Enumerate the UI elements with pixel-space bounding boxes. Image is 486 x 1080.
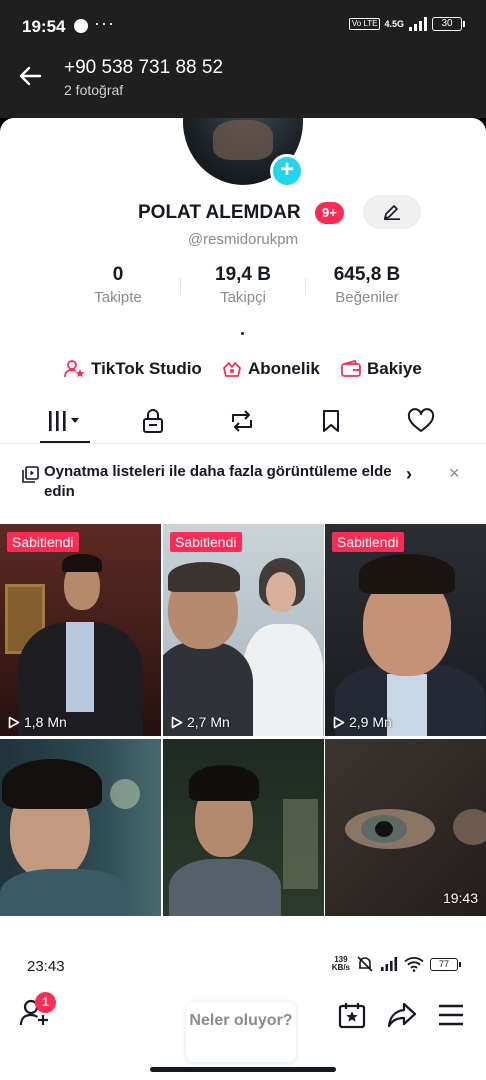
playlist-banner[interactable]: Oynatma listeleri ile daha fazla görüntü… <box>0 446 486 524</box>
edit-profile-button[interactable] <box>363 195 421 229</box>
home-indicator <box>150 1067 336 1072</box>
video-grid: Sabitlendi 1,8 Mn Sabitlendi 2,7 Mn Sabi… <box>0 524 486 938</box>
back-arrow-icon[interactable] <box>16 62 44 90</box>
network-type: 4.5G <box>384 19 404 29</box>
view-count: 2,7 Mn <box>171 714 230 730</box>
tiktok-studio-link[interactable]: TikTok Studio <box>64 356 202 382</box>
chat-header: 19:54 ··· Vo LTE 4.5G 30 +90 538 731 88 … <box>0 0 486 118</box>
profile-name: POLAT ALEMDAR <box>138 202 301 223</box>
tab-videos[interactable] <box>35 398 95 444</box>
play-icon <box>171 716 183 728</box>
signal-icon <box>409 17 427 31</box>
video-tile[interactable] <box>0 739 161 916</box>
bookmark-icon <box>323 410 339 432</box>
chat-title[interactable]: +90 538 731 88 52 <box>64 57 223 79</box>
stat-label: Takipçi <box>220 289 266 306</box>
pencil-icon <box>384 205 400 220</box>
network-speed: 139 KB/s <box>332 956 350 972</box>
wifi-icon <box>404 957 424 972</box>
divider <box>305 278 306 294</box>
video-tile[interactable]: Sabitlendi 1,8 Mn <box>0 524 161 736</box>
playlist-icon <box>22 466 39 483</box>
playlist-banner-text: Oynatma listeleri ile daha fazla görüntü… <box>44 463 392 500</box>
speed-unit: KB/s <box>331 963 350 972</box>
battery-icon: 77 <box>430 957 461 971</box>
chat-subtitle: 2 fotoğraf <box>64 82 124 98</box>
user-star-icon <box>64 360 85 378</box>
play-icon <box>8 716 20 728</box>
chevron-right-icon[interactable]: › <box>406 464 412 485</box>
battery-icon: 30 <box>432 17 465 31</box>
notification-count-badge: 1 <box>35 992 56 1013</box>
video-tile[interactable]: Sabitlendi 2,9 Mn <box>325 524 486 736</box>
lock-icon <box>143 409 163 433</box>
divider <box>180 278 181 294</box>
balance-link[interactable]: Bakiye <box>340 356 422 382</box>
view-count-value: 2,7 Mn <box>187 714 230 730</box>
pinned-badge: Sabitlendi <box>170 532 242 552</box>
view-count: 2,9 Mn <box>333 714 392 730</box>
status-time: 23:43 <box>27 958 65 975</box>
add-avatar-icon[interactable]: + <box>270 154 304 188</box>
close-icon[interactable]: × <box>449 463 460 484</box>
stat-label: Beğeniler <box>335 289 399 306</box>
view-count-value: 2,9 Mn <box>349 714 392 730</box>
quick-links: TikTok Studio Abonelik Bakiye <box>0 356 486 382</box>
repost-icon <box>232 410 252 432</box>
view-count-value: 1,8 Mn <box>24 714 67 730</box>
bottom-bar: 23:43 139 KB/s 77 1 Neler oluyor? <box>0 938 486 1080</box>
notification-badge[interactable]: 9+ <box>315 202 344 224</box>
grid-bars-icon <box>49 411 79 431</box>
video-tile[interactable] <box>163 739 324 916</box>
subscription-icon <box>223 362 241 377</box>
status-bar: 19:54 ··· Vo LTE 4.5G 30 <box>0 0 486 50</box>
signal-icon <box>381 957 398 971</box>
tab-saved[interactable] <box>301 398 361 444</box>
more-notifications-icon: ··· <box>94 13 115 33</box>
video-duration: 19:43 <box>442 890 478 906</box>
wallet-icon <box>341 359 361 377</box>
stat-value: 19,4 B <box>215 264 271 285</box>
heart-icon <box>407 408 435 432</box>
play-icon <box>333 716 345 728</box>
stat-label: Takipte <box>94 289 142 306</box>
pinned-badge: Sabitlendi <box>332 532 404 552</box>
view-count: 1,8 Mn <box>8 714 67 730</box>
stat-likes[interactable]: 645,8 B Beğeniler <box>307 264 427 306</box>
share-icon[interactable] <box>387 1001 417 1029</box>
username: @resmidorukpm <box>187 231 299 248</box>
compose-input[interactable]: Neler oluyor? <box>186 1002 296 1062</box>
tab-liked[interactable] <box>391 398 451 444</box>
link-label: Bakiye <box>367 359 422 378</box>
status-indicators: 139 KB/s 77 <box>332 956 461 972</box>
tab-private[interactable] <box>123 398 183 444</box>
link-label: TikTok Studio <box>91 359 202 378</box>
subscription-link[interactable]: Abonelik <box>221 356 320 382</box>
bio <box>241 332 244 335</box>
link-label: Abonelik <box>248 359 320 378</box>
stat-value: 645,8 B <box>333 264 401 285</box>
profile-screenshot: + POLAT ALEMDAR 9+ @resmidorukpm 0 Takip… <box>0 118 486 938</box>
video-tile[interactable]: Sabitlendi 2,7 Mn <box>163 524 324 736</box>
stat-following[interactable]: 0 Takipte <box>58 264 178 306</box>
calendar-star-icon[interactable] <box>338 1001 366 1029</box>
pinned-badge: Sabitlendi <box>7 532 79 552</box>
video-tile[interactable]: 19:43 <box>325 739 486 916</box>
notification-dot-icon <box>74 19 88 33</box>
status-indicators: Vo LTE 4.5G 30 <box>348 17 465 31</box>
tab-reposts[interactable] <box>212 398 272 444</box>
volte-icon: Vo LTE <box>348 18 381 30</box>
stat-followers[interactable]: 19,4 B Takipçi <box>183 264 303 306</box>
status-time: 19:54 <box>22 17 66 36</box>
muted-bell-icon <box>357 956 373 972</box>
menu-icon[interactable] <box>438 1004 464 1026</box>
stat-value: 0 <box>112 264 124 285</box>
profile-tabs <box>0 398 486 444</box>
active-tab-indicator <box>40 441 90 443</box>
profile-stats: 0 Takipte 19,4 B Takipçi 645,8 B Beğenil… <box>0 264 486 314</box>
